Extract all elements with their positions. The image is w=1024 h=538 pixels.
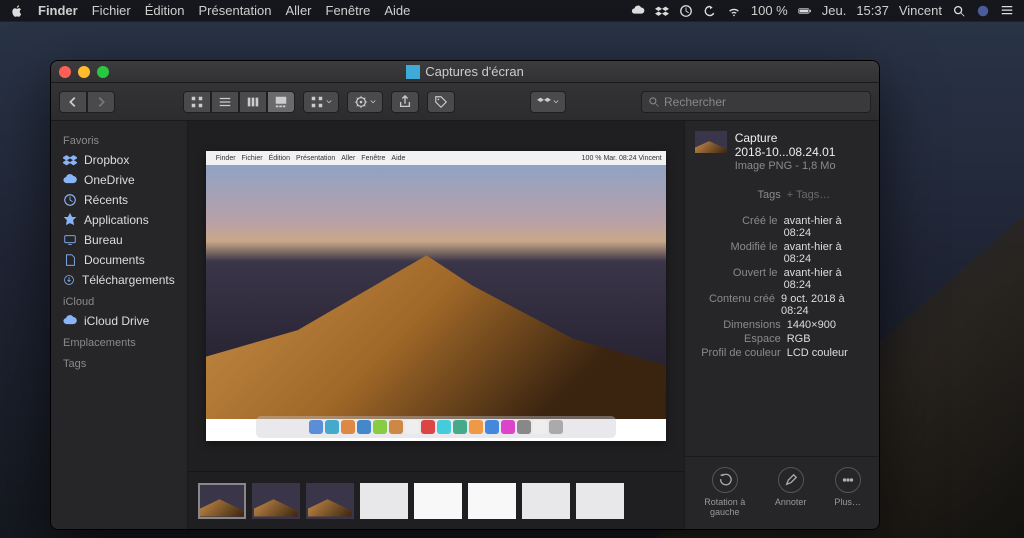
action-button[interactable] — [347, 91, 383, 113]
preview-image[interactable]: Finder Fichier Édition Présentation Alle… — [206, 151, 666, 441]
sidebar-head-icloud: iCloud — [51, 290, 187, 311]
sidebar-item-onedrive[interactable]: OneDrive — [51, 170, 187, 190]
battery-percent[interactable]: 100 % — [751, 3, 788, 18]
spotlight-icon[interactable] — [952, 4, 966, 18]
thumbnail[interactable] — [576, 483, 624, 519]
menu-presentation[interactable]: Présentation — [199, 3, 272, 18]
gallery-main: Finder Fichier Édition Présentation Alle… — [188, 121, 684, 529]
file-name: Capture 2018-10...08.24.01 — [735, 131, 836, 160]
zoom-button[interactable] — [97, 66, 109, 78]
dropbox-menubar-icon[interactable] — [655, 4, 669, 18]
close-button[interactable] — [59, 66, 71, 78]
arrange-button[interactable] — [303, 91, 339, 113]
thumbnail[interactable] — [252, 483, 300, 519]
file-kind: Image PNG - 1,8 Mo — [735, 160, 836, 172]
thumbnail[interactable] — [360, 483, 408, 519]
notification-center-icon[interactable] — [1000, 4, 1014, 18]
menu-aller[interactable]: Aller — [286, 3, 312, 18]
menubar-day[interactable]: Jeu. — [822, 3, 847, 18]
menu-fichier[interactable]: Fichier — [92, 3, 131, 18]
thumbnail[interactable] — [522, 483, 570, 519]
timemachine-icon[interactable] — [679, 4, 693, 18]
battery-icon[interactable] — [798, 4, 812, 18]
view-gallery-button[interactable] — [267, 91, 295, 113]
forward-button[interactable] — [87, 91, 115, 113]
sidebar-item-documents[interactable]: Documents — [51, 250, 187, 270]
info-panel: Capture 2018-10...08.24.01 Image PNG - 1… — [684, 121, 879, 529]
back-button[interactable] — [59, 91, 87, 113]
thumbnail[interactable] — [468, 483, 516, 519]
finder-window: Captures d'écran Rechercher Favoris Drop… — [50, 60, 880, 530]
sidebar-item-icloud-drive[interactable]: iCloud Drive — [51, 311, 187, 331]
thumbnail[interactable] — [414, 483, 462, 519]
preview-area: Finder Fichier Édition Présentation Alle… — [188, 121, 684, 471]
view-column-button[interactable] — [239, 91, 267, 113]
sidebar-item-desktop[interactable]: Bureau — [51, 230, 187, 250]
menu-aide[interactable]: Aide — [384, 3, 410, 18]
screenshot-dock — [256, 416, 616, 438]
sidebar-item-recents[interactable]: Récents — [51, 190, 187, 210]
search-placeholder: Rechercher — [664, 95, 726, 109]
view-icon-button[interactable] — [183, 91, 211, 113]
screenshot-menubar: Finder Fichier Édition Présentation Alle… — [206, 151, 666, 165]
cloud-icon[interactable] — [631, 4, 645, 18]
sidebar-head-emplacements[interactable]: Emplacements — [51, 331, 187, 352]
info-thumbnail — [695, 131, 727, 153]
window-titlebar[interactable]: Captures d'écran — [51, 61, 879, 83]
minimize-button[interactable] — [78, 66, 90, 78]
sidebar-head-favoris: Favoris — [51, 129, 187, 150]
sidebar-head-tags[interactable]: Tags — [51, 352, 187, 373]
wifi-icon[interactable] — [727, 4, 741, 18]
add-tags[interactable]: + Tags… — [787, 189, 831, 201]
menu-edition[interactable]: Édition — [145, 3, 185, 18]
thumbnail-strip — [188, 471, 684, 529]
screenshot-wallpaper — [206, 165, 666, 419]
annotate-button[interactable]: Annoter — [775, 467, 807, 517]
menubar-user[interactable]: Vincent — [899, 3, 942, 18]
file-metadata: Créé leavant-hier à 08:24 Modifié leavan… — [685, 208, 879, 366]
sidebar-item-dropbox[interactable]: Dropbox — [51, 150, 187, 170]
system-menubar: Finder Fichier Édition Présentation Alle… — [0, 0, 1024, 22]
menu-fenetre[interactable]: Fenêtre — [326, 3, 371, 18]
view-list-button[interactable] — [211, 91, 239, 113]
updates-icon[interactable] — [703, 4, 717, 18]
sidebar: Favoris Dropbox OneDrive Récents Applica… — [51, 121, 188, 529]
more-actions-button[interactable]: Plus… — [834, 467, 861, 517]
toolbar: Rechercher — [51, 83, 879, 121]
thumbnail[interactable] — [306, 483, 354, 519]
sidebar-item-applications[interactable]: Applications — [51, 210, 187, 230]
apple-icon[interactable] — [10, 4, 24, 18]
search-field[interactable]: Rechercher — [641, 91, 871, 113]
siri-icon[interactable] — [976, 4, 990, 18]
rotate-left-button[interactable]: Rotation à gauche — [703, 467, 747, 517]
menubar-app-name[interactable]: Finder — [38, 3, 78, 18]
menubar-time[interactable]: 15:37 — [856, 3, 889, 18]
thumbnail[interactable] — [198, 483, 246, 519]
sidebar-item-downloads[interactable]: Téléchargements — [51, 270, 187, 290]
window-title: Captures d'écran — [425, 64, 524, 79]
share-button[interactable] — [391, 91, 419, 113]
tags-button[interactable] — [427, 91, 455, 113]
folder-icon — [406, 65, 420, 79]
dropbox-toolbar-button[interactable] — [530, 91, 566, 113]
